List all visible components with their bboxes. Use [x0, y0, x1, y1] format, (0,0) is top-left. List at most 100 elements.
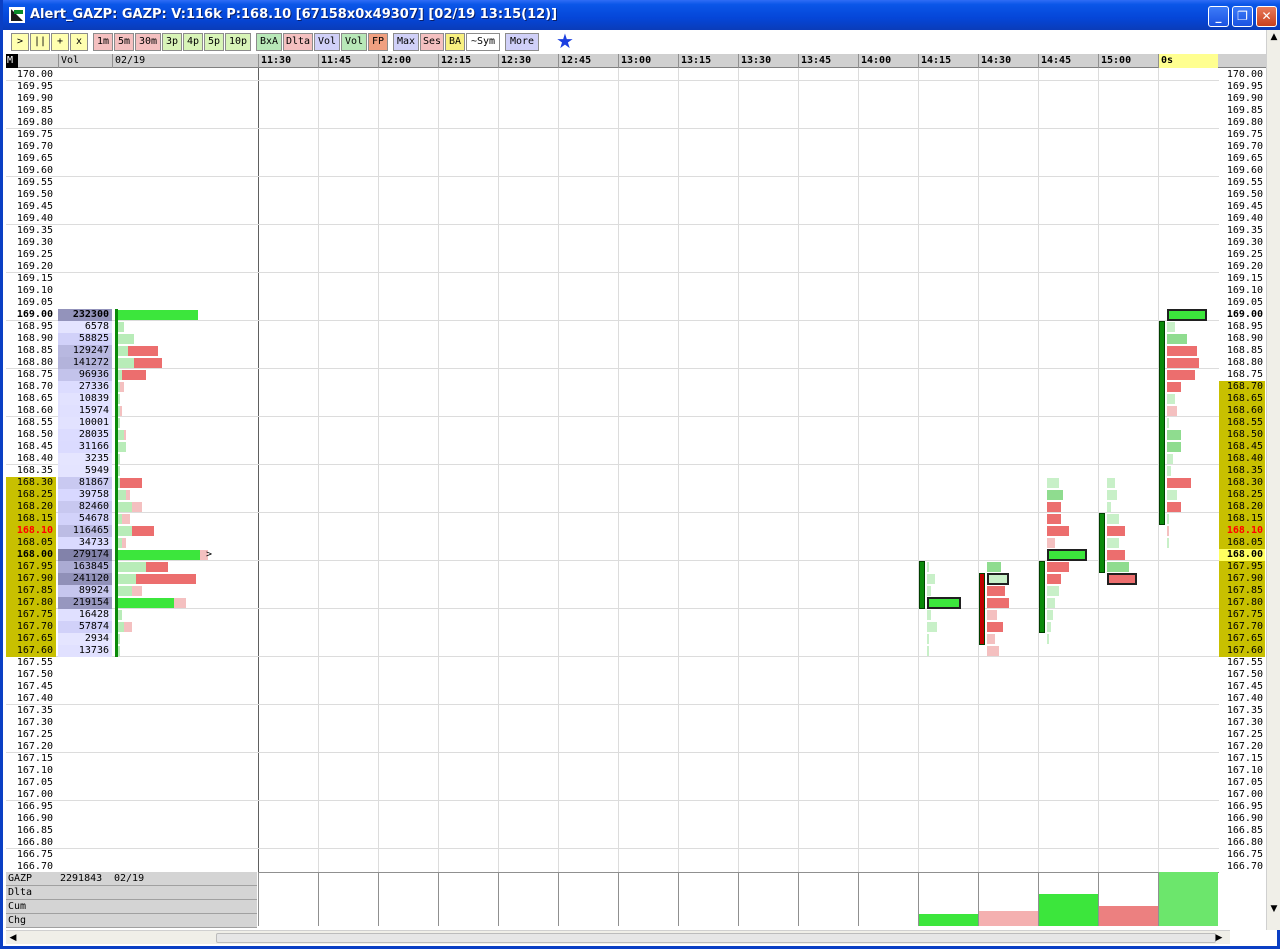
toolbar-button-more[interactable]: More: [505, 33, 539, 51]
scroll-left-button[interactable]: ◀: [6, 931, 20, 945]
profile-buy-bar: [118, 418, 120, 428]
bar-sell-cell: [1047, 562, 1069, 572]
toolbar-button-5p[interactable]: 5p: [204, 33, 224, 51]
grid-horizontal-line: [6, 224, 1219, 225]
volume-cell: 31166: [58, 441, 112, 453]
price-label-right: 169.50: [1226, 189, 1263, 200]
footer-row-change: Chg: [6, 914, 257, 928]
scroll-right-button[interactable]: ▶: [1212, 931, 1226, 945]
price-label-right: 166.95: [1226, 801, 1263, 812]
price-label: 167.95: [6, 561, 56, 573]
price-label: 168.90: [16, 333, 53, 344]
price-label: 168.35: [16, 465, 53, 476]
price-label: 169.70: [16, 141, 53, 152]
profile-buy-bar: [118, 562, 146, 572]
vertical-scrollbar[interactable]: ▲ ▼: [1266, 30, 1280, 930]
bar-buy-cell: [1107, 502, 1111, 512]
time-column-header[interactable]: 11:45: [318, 54, 378, 68]
time-column-header[interactable]: 15:00: [1098, 54, 1158, 68]
price-label: 167.65: [6, 633, 56, 645]
minimize-button[interactable]: _: [1208, 6, 1229, 27]
price-label-right: 168.20: [1219, 501, 1265, 513]
scroll-up-button[interactable]: ▲: [1267, 30, 1280, 44]
time-column-header[interactable]: 12:30: [498, 54, 558, 68]
app-window: Alert_GAZP: GAZP: V:116k P:168.10 [67158…: [0, 0, 1280, 949]
title-bar[interactable]: Alert_GAZP: GAZP: V:116k P:168.10 [67158…: [3, 0, 1280, 30]
horizontal-scroll-thumb[interactable]: [216, 933, 1216, 943]
toolbar-button-[interactable]: +: [51, 33, 69, 51]
price-label-right: 168.40: [1219, 453, 1265, 465]
bar-sell-cell: [1167, 526, 1169, 536]
horizontal-scrollbar[interactable]: ◀ ▶: [6, 930, 1230, 944]
time-column-header[interactable]: 12:45: [558, 54, 618, 68]
bar-sell-cell: [1167, 502, 1181, 512]
window-title: Alert_GAZP: GAZP: V:116k P:168.10 [67158…: [30, 7, 558, 22]
price-label: 169.80: [16, 117, 53, 128]
toolbar-button-1m[interactable]: 1m: [93, 33, 113, 51]
price-label-right: 166.70: [1226, 861, 1263, 872]
toolbar-button-ses[interactable]: Ses: [420, 33, 444, 51]
toolbar-button-[interactable]: ||: [30, 33, 50, 51]
toolbar-button-x[interactable]: x: [70, 33, 88, 51]
toolbar-button-vol[interactable]: Vol: [341, 33, 367, 51]
time-column-header[interactable]: 13:45: [798, 54, 858, 68]
profile-buy-bar: [118, 526, 132, 536]
profile-buy-bar: [118, 310, 198, 320]
toolbar-button-30m[interactable]: 30m: [135, 33, 161, 51]
time-column-header[interactable]: 13:00: [618, 54, 678, 68]
price-label-right: 166.80: [1226, 837, 1263, 848]
toolbar-button-ba[interactable]: BA: [445, 33, 465, 51]
volume-cell: 57874: [58, 621, 112, 633]
footer-delta-bar: [979, 911, 1038, 926]
price-label: 167.70: [6, 621, 56, 633]
footer-delta-bar: [1099, 906, 1158, 926]
profile-sell-bar: [120, 478, 142, 488]
star-icon[interactable]: ★: [556, 31, 576, 51]
current-bar-header[interactable]: 0s: [1158, 54, 1218, 68]
price-label: 168.70: [16, 381, 53, 392]
scroll-down-button[interactable]: ▼: [1267, 902, 1280, 916]
toolbar-button-max[interactable]: Max: [393, 33, 419, 51]
price-label-right: 168.10: [1219, 525, 1265, 537]
price-label: 168.20: [6, 501, 56, 513]
time-column-header[interactable]: 14:45: [1038, 54, 1098, 68]
profile-sell-bar: [126, 490, 130, 500]
price-label-right: 167.05: [1226, 777, 1263, 788]
time-column-header[interactable]: 13:30: [738, 54, 798, 68]
time-column-header[interactable]: 13:15: [678, 54, 738, 68]
toolbar-button-sym[interactable]: ~Sym: [466, 33, 500, 51]
footer-grid-line: [738, 872, 739, 926]
maximize-button[interactable]: ❐: [1232, 6, 1253, 27]
time-column-header[interactable]: 12:00: [378, 54, 438, 68]
toolbar-button-5m[interactable]: 5m: [114, 33, 134, 51]
toolbar-button-[interactable]: >: [11, 33, 29, 51]
price-label: 169.60: [16, 165, 53, 176]
grid-horizontal-line: [6, 656, 1219, 657]
time-column-header[interactable]: 14:15: [918, 54, 978, 68]
footprint-chart[interactable]: M Vol 02/19 11:30 11:45 12:00 12:15 12:30 12:45 1…: [6, 54, 1269, 930]
toolbar-button-4p[interactable]: 4p: [183, 33, 203, 51]
toolbar-button-dlta[interactable]: Dlta: [283, 33, 313, 51]
toolbar-button-vol[interactable]: Vol: [314, 33, 340, 51]
price-label: 169.25: [16, 249, 53, 260]
toolbar-button-10p[interactable]: 10p: [225, 33, 251, 51]
time-column-header[interactable]: 14:30: [978, 54, 1038, 68]
toolbar-button-fp[interactable]: FP: [368, 33, 388, 51]
bar-max-volume-cell: [987, 573, 1009, 585]
price-label: 169.55: [16, 177, 53, 188]
footer-grid-line: [258, 872, 259, 926]
price-label: 169.45: [16, 201, 53, 212]
time-column-header[interactable]: 11:30: [258, 54, 318, 68]
toolbar-button-3p[interactable]: 3p: [162, 33, 182, 51]
footer-row-delta: Dlta: [6, 886, 257, 900]
grid-horizontal-line: [6, 368, 1219, 369]
price-label: 167.85: [6, 585, 56, 597]
toolbar-button-bxa[interactable]: BxA: [256, 33, 282, 51]
mode-badge[interactable]: M: [6, 54, 18, 68]
time-column-header[interactable]: 14:00: [858, 54, 918, 68]
close-button[interactable]: ✕: [1256, 6, 1277, 27]
footer-grid-line: [318, 872, 319, 926]
bar-buy-cell: [1047, 622, 1051, 632]
price-label-right: 168.65: [1219, 393, 1265, 405]
time-column-header[interactable]: 12:15: [438, 54, 498, 68]
